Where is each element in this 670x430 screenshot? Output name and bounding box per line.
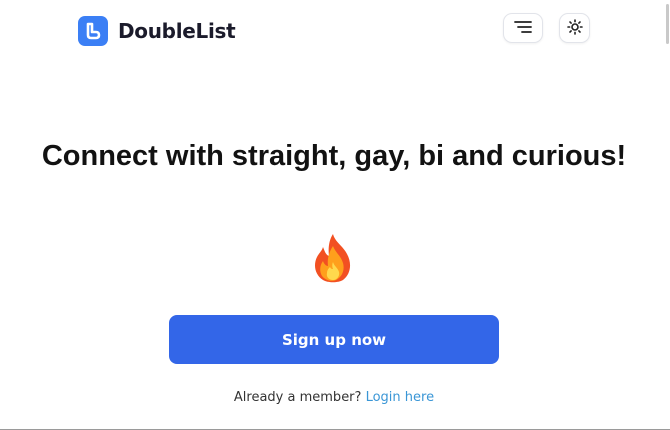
header: DoubleList [0,0,670,62]
brand-name: DoubleList [118,19,236,43]
scrollbar-thumb[interactable] [666,4,669,44]
sun-icon [566,18,583,38]
signup-button[interactable]: Sign up now [169,315,499,364]
hamburger-menu-icon [513,20,533,37]
login-link[interactable]: Login here [366,390,435,405]
theme-toggle-button[interactable] [559,13,590,43]
page: DoubleList Connect with straight, gay, b… [0,0,670,430]
login-prompt: Already a member? Login here [0,390,668,405]
member-prompt-text: Already a member? [233,390,362,405]
doublelist-logo-icon [78,16,108,46]
menu-button[interactable] [503,13,543,43]
scrollbar[interactable] [664,0,670,430]
page-headline: Connect with straight, gay, bi and curio… [41,140,627,172]
fire-icon [309,232,357,284]
brand-home-link[interactable]: DoubleList [78,16,236,46]
